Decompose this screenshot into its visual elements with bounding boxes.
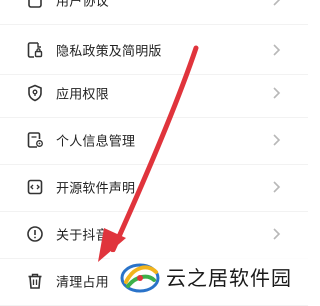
menu-item-label: 用户协议	[56, 0, 109, 9]
trash-icon	[28, 273, 42, 289]
profile-document-icon	[27, 131, 43, 148]
chevron-right-icon	[273, 180, 281, 193]
menu-item-app-permissions[interactable]: 应用权限	[0, 68, 308, 118]
menu-item-label: 隐私政策及简明版	[56, 44, 162, 59]
menu-item-user-agreement[interactable]: 用户协议	[0, 0, 308, 25]
menu-item-label: 开源软件声明	[56, 181, 136, 196]
shield-icon	[28, 84, 42, 101]
menu-item-label: 应用权限	[56, 87, 109, 102]
chevron-right-icon	[273, 227, 281, 240]
chevron-right-icon	[273, 0, 280, 6]
document-icon	[28, 0, 42, 8]
chevron-right-icon	[273, 86, 281, 99]
lock-document-icon	[27, 41, 43, 58]
info-icon	[27, 225, 43, 242]
watermark-logo	[120, 263, 160, 293]
watermark: 云之居软件园	[110, 252, 308, 300]
code-icon	[27, 179, 43, 194]
watermark-text: 云之居软件园	[166, 266, 292, 290]
menu-item-open-source[interactable]: 开源软件声明	[0, 162, 308, 212]
menu-item-label: 清理占用	[56, 275, 109, 290]
menu-item-label: 关于抖音	[56, 228, 109, 243]
menu-item-label: 个人信息管理	[56, 134, 136, 149]
chevron-right-icon	[273, 43, 281, 56]
chevron-right-icon	[273, 133, 281, 146]
menu-item-personal-info[interactable]: 个人信息管理	[0, 115, 308, 165]
